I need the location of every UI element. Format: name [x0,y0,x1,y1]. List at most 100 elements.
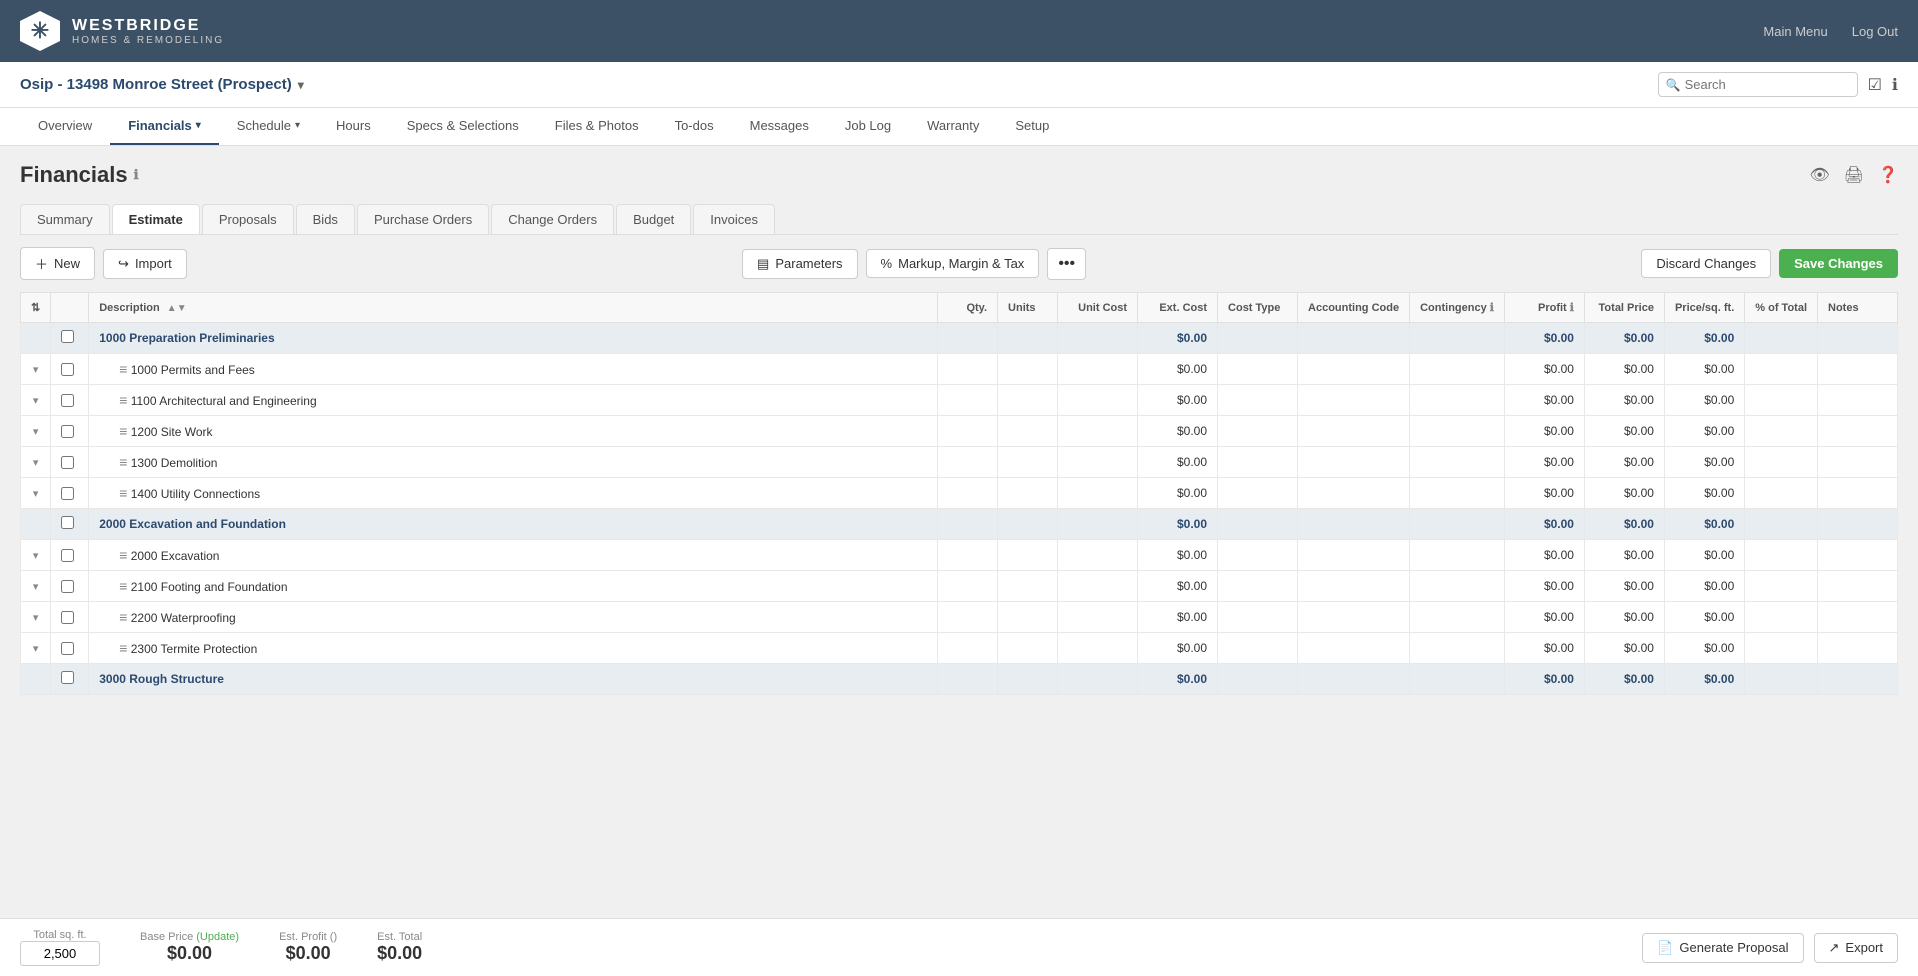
section-cost-type [1218,323,1298,354]
profit-info-icon[interactable]: ℹ [1570,302,1574,314]
print-icon[interactable]: 🖨 [1844,165,1864,185]
checkmark-icon[interactable]: ☑ [1868,75,1882,95]
row-cont [1410,354,1505,385]
row-notes [1818,571,1898,602]
markup-button[interactable]: % Markup, Margin & Tax [866,249,1040,278]
parameters-button[interactable]: ▤ Parameters [742,249,858,279]
toolbar-left: ＋ New ↪ Import [20,247,187,280]
row-checkbox[interactable] [61,642,74,655]
generate-proposal-button[interactable]: 📄 Generate Proposal [1642,933,1803,963]
section-collapse[interactable] [21,509,51,540]
page-title-info-icon[interactable]: ℹ [134,167,139,183]
info-header-icon[interactable]: ℹ [1892,75,1898,95]
subtab-summary[interactable]: Summary [20,204,110,234]
col-checkbox-header [51,293,89,323]
section-checkbox[interactable] [61,516,74,529]
row-expand-icon[interactable]: ▾ [33,457,39,469]
row-expand-icon[interactable]: ▾ [33,426,39,438]
row-total: $0.00 [1584,416,1664,447]
row-checkbox[interactable] [61,363,74,376]
tab-specs[interactable]: Specs & Selections [389,108,537,145]
eye-icon[interactable]: 👁 [1809,165,1829,185]
row-menu-icon[interactable]: ≡ [119,392,127,408]
tab-overview[interactable]: Overview [20,108,110,145]
row-desc: ≡ 1000 Permits and Fees [89,354,938,385]
row-menu-icon[interactable]: ≡ [119,423,127,439]
tab-setup[interactable]: Setup [997,108,1067,145]
section-collapse[interactable] [21,664,51,695]
row-menu-icon[interactable]: ≡ [119,578,127,594]
subtab-change-orders[interactable]: Change Orders [491,204,614,234]
tab-schedule[interactable]: Schedule ▾ [219,108,318,145]
subtab-proposals[interactable]: Proposals [202,204,294,234]
main-menu-link[interactable]: Main Menu [1763,24,1827,39]
row-expand-icon[interactable]: ▾ [33,643,39,655]
description-sort-icon[interactable]: ▲▼ [167,303,187,314]
help-icon[interactable]: ❓ [1878,165,1898,185]
subtab-invoices[interactable]: Invoices [693,204,775,234]
row-ppsf: $0.00 [1664,416,1744,447]
table-header: ⇅ Description ▲▼ Qty. Units Unit Cost Ex… [21,293,1898,323]
tab-warranty[interactable]: Warranty [909,108,997,145]
subtab-budget[interactable]: Budget [616,204,691,234]
row-checkbox[interactable] [61,611,74,624]
row-menu-icon[interactable]: ≡ [119,547,127,563]
row-unit-cost [1058,416,1138,447]
row-pct [1745,385,1818,416]
log-out-link[interactable]: Log Out [1852,24,1898,39]
row-expand-cell: ▾ [21,571,51,602]
collapse-all-icon[interactable]: ⇅ [31,302,40,314]
logo-area: ✳ WESTBRIDGE HOMES & REMODELING [20,11,224,51]
row-menu-icon[interactable]: ≡ [119,485,127,501]
row-menu-icon[interactable]: ≡ [119,609,127,625]
more-options-button[interactable]: ••• [1047,248,1086,280]
row-expand-icon[interactable]: ▾ [33,488,39,500]
section-pct [1745,509,1818,540]
row-cost-type [1218,354,1298,385]
row-checkbox[interactable] [61,425,74,438]
project-title[interactable]: Osip - 13498 Monroe Street (Prospect) ▾ [20,76,304,93]
sqft-input[interactable] [20,941,100,966]
row-menu-icon[interactable]: ≡ [119,454,127,470]
row-expand-icon[interactable]: ▾ [33,550,39,562]
tab-hours[interactable]: Hours [318,108,389,145]
subtab-estimate[interactable]: Estimate [112,204,200,234]
new-button[interactable]: ＋ New [20,247,95,280]
tab-messages[interactable]: Messages [732,108,827,145]
tab-financials[interactable]: Financials ▾ [110,108,219,145]
tab-job-log[interactable]: Job Log [827,108,909,145]
discard-changes-button[interactable]: Discard Changes [1641,249,1771,278]
row-expand-icon[interactable]: ▾ [33,364,39,376]
tab-todos[interactable]: To-dos [657,108,732,145]
section-checkbox[interactable] [61,671,74,684]
subtab-bids[interactable]: Bids [296,204,355,234]
section-collapse[interactable] [21,323,51,354]
row-checkbox[interactable] [61,394,74,407]
row-menu-icon[interactable]: ≡ [119,640,127,656]
tab-files[interactable]: Files & Photos [537,108,657,145]
row-total: $0.00 [1584,354,1664,385]
search-input[interactable] [1658,72,1858,97]
base-price-update-link[interactable]: (Update) [196,931,239,943]
row-qty [938,633,998,664]
subtab-purchase-orders[interactable]: Purchase Orders [357,204,489,234]
row-expand-icon[interactable]: ▾ [33,612,39,624]
row-expand-icon[interactable]: ▾ [33,581,39,593]
row-checkbox[interactable] [61,456,74,469]
contingency-info-icon[interactable]: ℹ [1490,302,1494,314]
import-button[interactable]: ↪ Import [103,249,187,279]
row-qty [938,354,998,385]
row-checkbox[interactable] [61,580,74,593]
toolbar-center: ▤ Parameters % Markup, Margin & Tax ••• [742,248,1086,280]
row-expand-icon[interactable]: ▾ [33,395,39,407]
row-cost-type [1218,385,1298,416]
section-checkbox[interactable] [61,330,74,343]
export-button[interactable]: ↗ Export [1814,933,1898,963]
save-changes-button[interactable]: Save Changes [1779,249,1898,278]
row-checkbox[interactable] [61,487,74,500]
row-notes [1818,633,1898,664]
row-pct [1745,416,1818,447]
row-checkbox[interactable] [61,549,74,562]
row-units [998,540,1058,571]
row-menu-icon[interactable]: ≡ [119,361,127,377]
